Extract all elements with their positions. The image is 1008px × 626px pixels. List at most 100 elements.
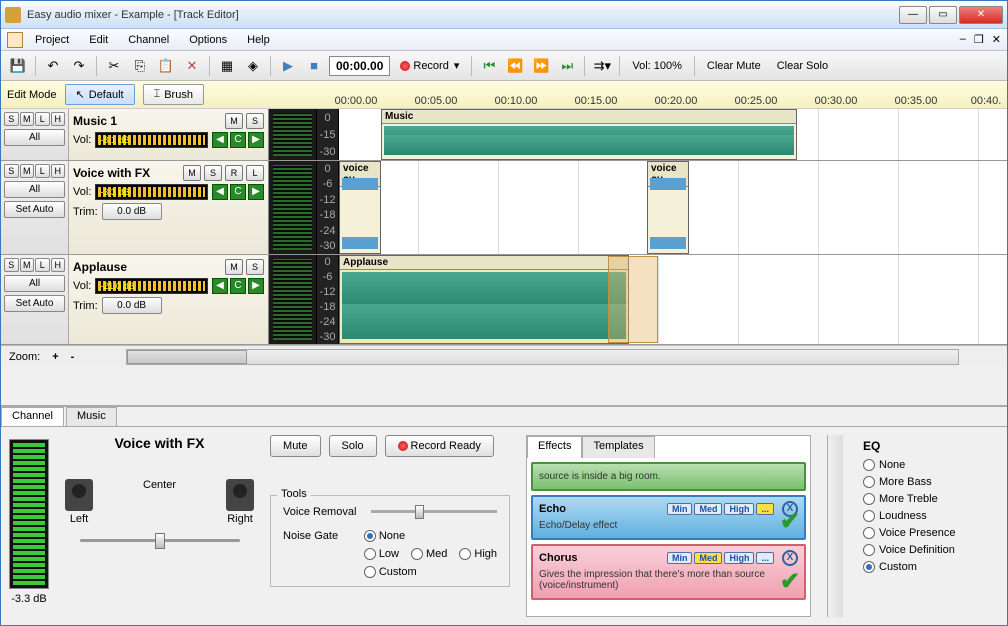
pan-left-icon[interactable]: ◀ <box>212 132 228 148</box>
menu-options[interactable]: Options <box>181 32 235 48</box>
record-ready-button[interactable]: Record Ready <box>385 435 494 457</box>
vol-meter[interactable]: -8.1 dB <box>95 132 208 148</box>
fade-region[interactable] <box>608 256 658 343</box>
zoom-in-button[interactable]: + <box>52 351 58 363</box>
pan-right-icon[interactable]: ▶ <box>248 132 264 148</box>
fx-close-icon[interactable]: X <box>782 550 798 566</box>
solo-button[interactable]: Solo <box>329 435 377 457</box>
track-name[interactable]: Applause <box>73 260 222 274</box>
forward-end-icon[interactable]: ⏭ <box>556 55 578 77</box>
noise-gate-label: Noise Gate <box>283 530 356 578</box>
check-icon: ✔ <box>780 567 800 596</box>
copy-icon[interactable]: ⎘ <box>129 55 151 77</box>
cut-icon[interactable]: ✂ <box>103 55 125 77</box>
record-button[interactable]: Record▾ <box>394 57 465 74</box>
menu-help[interactable]: Help <box>239 32 278 48</box>
tab-templates[interactable]: Templates <box>582 436 654 458</box>
audio-clip[interactable]: Applause <box>339 255 629 344</box>
ng-high-radio[interactable]: High <box>459 548 497 560</box>
default-mode-button[interactable]: ↖Default <box>65 84 135 105</box>
stop-icon[interactable]: ■ <box>303 55 325 77</box>
clear-solo-button[interactable]: Clear Solo <box>771 60 834 72</box>
voice-removal-slider[interactable] <box>371 504 497 520</box>
trim-value[interactable]: 0.0 dB <box>102 203 162 220</box>
fx-scrollbar[interactable] <box>827 435 843 617</box>
speaker-left-icon <box>65 479 93 511</box>
tab-channel[interactable]: Channel <box>1 407 64 426</box>
rewind-start-icon[interactable]: ⏮ <box>478 55 500 77</box>
scroll-thumb[interactable] <box>127 350 247 364</box>
time-display: 00:00.00 <box>329 56 390 76</box>
tool2-icon[interactable]: ◈ <box>242 55 264 77</box>
audio-clip[interactable]: voice ov <box>647 161 689 254</box>
undo-icon[interactable]: ↶ <box>42 55 64 77</box>
horizontal-scrollbar[interactable] <box>126 349 959 365</box>
rewind-icon[interactable]: ⏪ <box>504 55 526 77</box>
tab-effects[interactable]: Effects <box>527 436 582 458</box>
ng-custom-radio[interactable]: Custom <box>364 566 417 578</box>
brush-mode-button[interactable]: ⌶Brush <box>143 84 204 105</box>
audio-clip[interactable]: voice ov <box>339 161 381 254</box>
channel-db: -3.3 dB <box>11 593 46 605</box>
forward-icon[interactable]: ⏩ <box>530 55 552 77</box>
mdi-restore[interactable]: ❐ <box>974 33 984 46</box>
minimize-button[interactable]: — <box>899 6 927 24</box>
ng-none-radio[interactable]: None <box>364 530 405 542</box>
channel-meter <box>9 439 49 589</box>
mute-button[interactable]: Mute <box>270 435 320 457</box>
bottom-panel: Channel Music -3.3 dB Voice with FX Left… <box>1 405 1007 625</box>
level-meter <box>269 109 317 160</box>
mdi-close[interactable]: ✕ <box>992 33 1001 46</box>
eq-voicepresence-radio[interactable]: Voice Presence <box>863 527 995 539</box>
mdi-minimize[interactable]: – <box>960 33 966 46</box>
m-button[interactable]: M <box>20 112 35 126</box>
effects-panel: Effects Templates source is inside a big… <box>526 435 811 617</box>
ng-med-radio[interactable]: Med <box>411 548 447 560</box>
save-icon[interactable]: 💾 <box>7 55 29 77</box>
eq-custom-radio[interactable]: Custom <box>863 561 995 573</box>
track-name[interactable]: Music 1 <box>73 114 222 128</box>
pan-center[interactable]: C <box>230 132 246 148</box>
maximize-button[interactable]: ▭ <box>929 6 957 24</box>
delete-icon[interactable]: ✕ <box>181 55 203 77</box>
h-button[interactable]: H <box>51 112 66 126</box>
mute-button[interactable]: M <box>225 113 243 129</box>
s-button[interactable]: S <box>4 112 19 126</box>
menu-edit[interactable]: Edit <box>81 32 116 48</box>
wave-area[interactable]: Music <box>339 109 1007 160</box>
edit-mode-label: Edit Mode <box>7 89 57 101</box>
app-menu-icon[interactable] <box>7 32 23 48</box>
redo-icon[interactable]: ↷ <box>68 55 90 77</box>
pan-slider[interactable] <box>80 531 240 551</box>
eq-none-radio[interactable]: None <box>863 459 995 471</box>
menu-project[interactable]: Project <box>27 32 77 48</box>
ng-low-radio[interactable]: Low <box>364 548 399 560</box>
track-name[interactable]: Voice with FX <box>73 166 180 180</box>
toolbar: 💾 ↶ ↷ ✂ ⎘ 📋 ✕ ▦ ◈ ▶ ■ 00:00.00 Record▾ ⏮… <box>1 51 1007 81</box>
zoom-label: Zoom: <box>9 351 40 363</box>
eq-moretreble-radio[interactable]: More Treble <box>863 493 995 505</box>
audio-clip[interactable]: Music <box>381 109 797 160</box>
tool1-icon[interactable]: ▦ <box>216 55 238 77</box>
solo-button[interactable]: S <box>246 113 264 129</box>
zoom-out-button[interactable]: - <box>71 351 75 363</box>
fx-card-room[interactable]: source is inside a big room. <box>531 462 806 491</box>
menu-channel[interactable]: Channel <box>120 32 177 48</box>
play-icon[interactable]: ▶ <box>277 55 299 77</box>
fx-card-echo[interactable]: Echo Min Med High ... X Echo/Delay effec… <box>531 495 806 540</box>
tab-music[interactable]: Music <box>66 407 117 426</box>
paste-icon[interactable]: 📋 <box>155 55 177 77</box>
loop-icon[interactable]: ⇉▾ <box>591 55 613 77</box>
time-ruler[interactable]: 00:00.00 00:05.00 00:10.00 00:15.00 00:2… <box>338 81 1007 109</box>
set-auto-button[interactable]: Set Auto <box>4 201 65 218</box>
volume-label[interactable]: Vol: 100% <box>626 60 688 72</box>
close-button[interactable]: ✕ <box>959 6 1003 24</box>
all-button[interactable]: All <box>4 129 65 146</box>
clear-mute-button[interactable]: Clear Mute <box>701 60 767 72</box>
check-icon: ✔ <box>780 507 800 536</box>
fx-card-chorus[interactable]: Chorus Min Med High ... X Gives the impr… <box>531 544 806 600</box>
eq-voicedefinition-radio[interactable]: Voice Definition <box>863 544 995 556</box>
l-button[interactable]: L <box>35 112 50 126</box>
eq-loudness-radio[interactable]: Loudness <box>863 510 995 522</box>
eq-morebass-radio[interactable]: More Bass <box>863 476 995 488</box>
